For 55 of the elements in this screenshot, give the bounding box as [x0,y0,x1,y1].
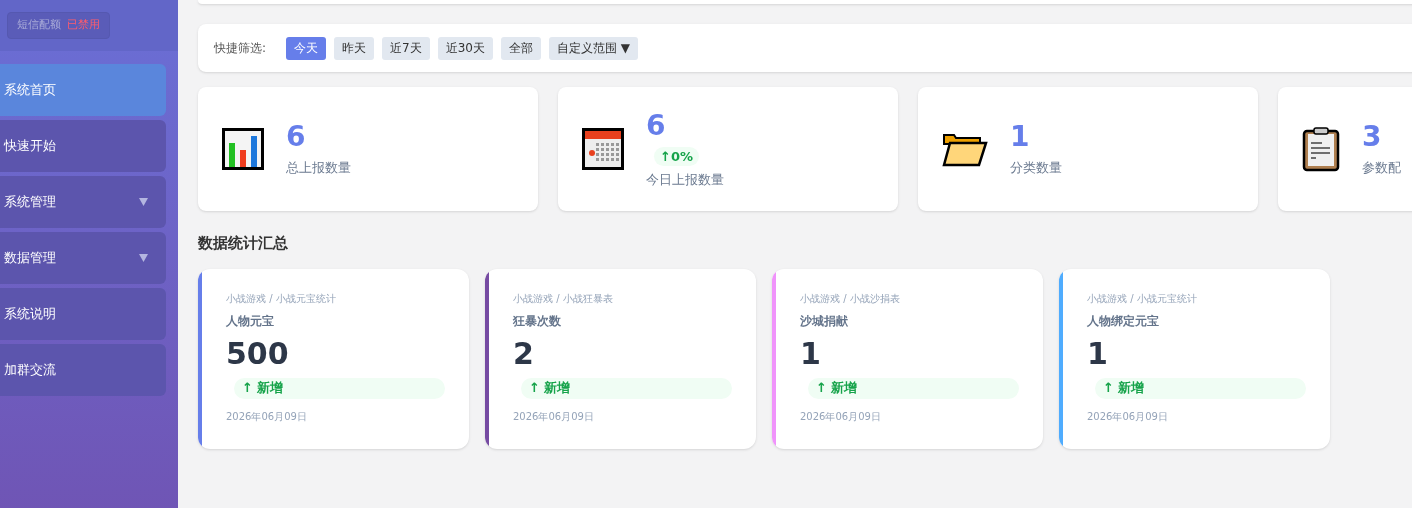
new-badge: ↑ 新增 [808,377,1019,399]
filter-label: 快捷筛选: [214,40,267,57]
category-path: 小战游戏 / 小战元宝统计 [1087,291,1198,306]
metric-date: 2026年06月09日 [1087,409,1169,424]
category-path: 小战游戏 / 小战元宝统计 [226,291,337,306]
calendar-icon [582,128,624,170]
metric-date: 2026年06月09日 [513,409,595,424]
metric-date: 2026年06月09日 [226,409,308,424]
section-title: 数据统计汇总 [198,233,289,254]
sms-quota-label: 短信配额 [17,17,61,34]
sidebar-item-label: 系统管理 [4,193,56,212]
sidebar-item-label: 系统说明 [4,305,56,324]
category-path: 小战游戏 / 小战沙捐表 [800,291,901,306]
metric-value: 2 [513,334,535,373]
metric-name: 狂暴次数 [513,312,562,330]
sidebar-item[interactable]: 系统说明 [0,288,166,340]
metric-value: 1 [1087,334,1109,373]
sidebar-item[interactable]: 快速开始 [0,120,166,172]
metric-name: 人物绑定元宝 [1087,312,1160,330]
sidebar-item-label: 系统首页 [4,81,56,100]
new-badge: ↑ 新增 [521,377,732,399]
stat-label: 总上报数量 [286,159,351,178]
metric-name: 沙城捐献 [800,312,849,330]
change-badge: ↑0% [654,146,699,166]
filter-button[interactable]: 全部 [500,36,541,60]
sidebar-item[interactable]: 系统管理 [0,176,166,228]
sidebar-item[interactable]: 加群交流 [0,344,166,396]
stat-label: 分类数量 [1010,159,1062,178]
metric-name: 人物元宝 [226,312,275,330]
clipboard-icon [1302,126,1340,172]
bar-chart-icon [222,128,264,170]
stat-value: 3 [1362,120,1383,155]
category-path: 小战游戏 / 小战狂暴表 [513,291,614,306]
metric-value: 500 [226,334,290,373]
metric-date: 2026年06月09日 [800,409,882,424]
stat-value: 6 [646,108,667,143]
sidebar-item-label: 快速开始 [4,137,56,156]
sidebar-item[interactable]: 系统首页 [0,64,166,116]
stat-label: 今日上报数量 [646,171,724,189]
filter-button[interactable]: 今天 [286,36,327,60]
folder-icon [942,131,988,167]
sidebar-item-label: 数据管理 [4,249,56,268]
stat-label: 参数配 [1362,159,1401,178]
sidebar-item-label: 加群交流 [4,361,56,380]
filter-button[interactable]: 近7天 [382,36,430,60]
sms-quota-status: 已禁用 [67,17,100,34]
stat-value: 6 [286,120,307,155]
filter-button[interactable]: 昨天 [334,36,375,60]
new-badge: ↑ 新增 [234,377,445,399]
filter-button[interactable]: 自定义范围 ▼ [548,36,638,60]
new-badge: ↑ 新增 [1095,377,1306,399]
metric-value: 1 [800,334,822,373]
stat-value: 1 [1010,120,1031,155]
sidebar-item[interactable]: 数据管理 [0,232,166,284]
filter-button[interactable]: 近30天 [437,36,493,60]
